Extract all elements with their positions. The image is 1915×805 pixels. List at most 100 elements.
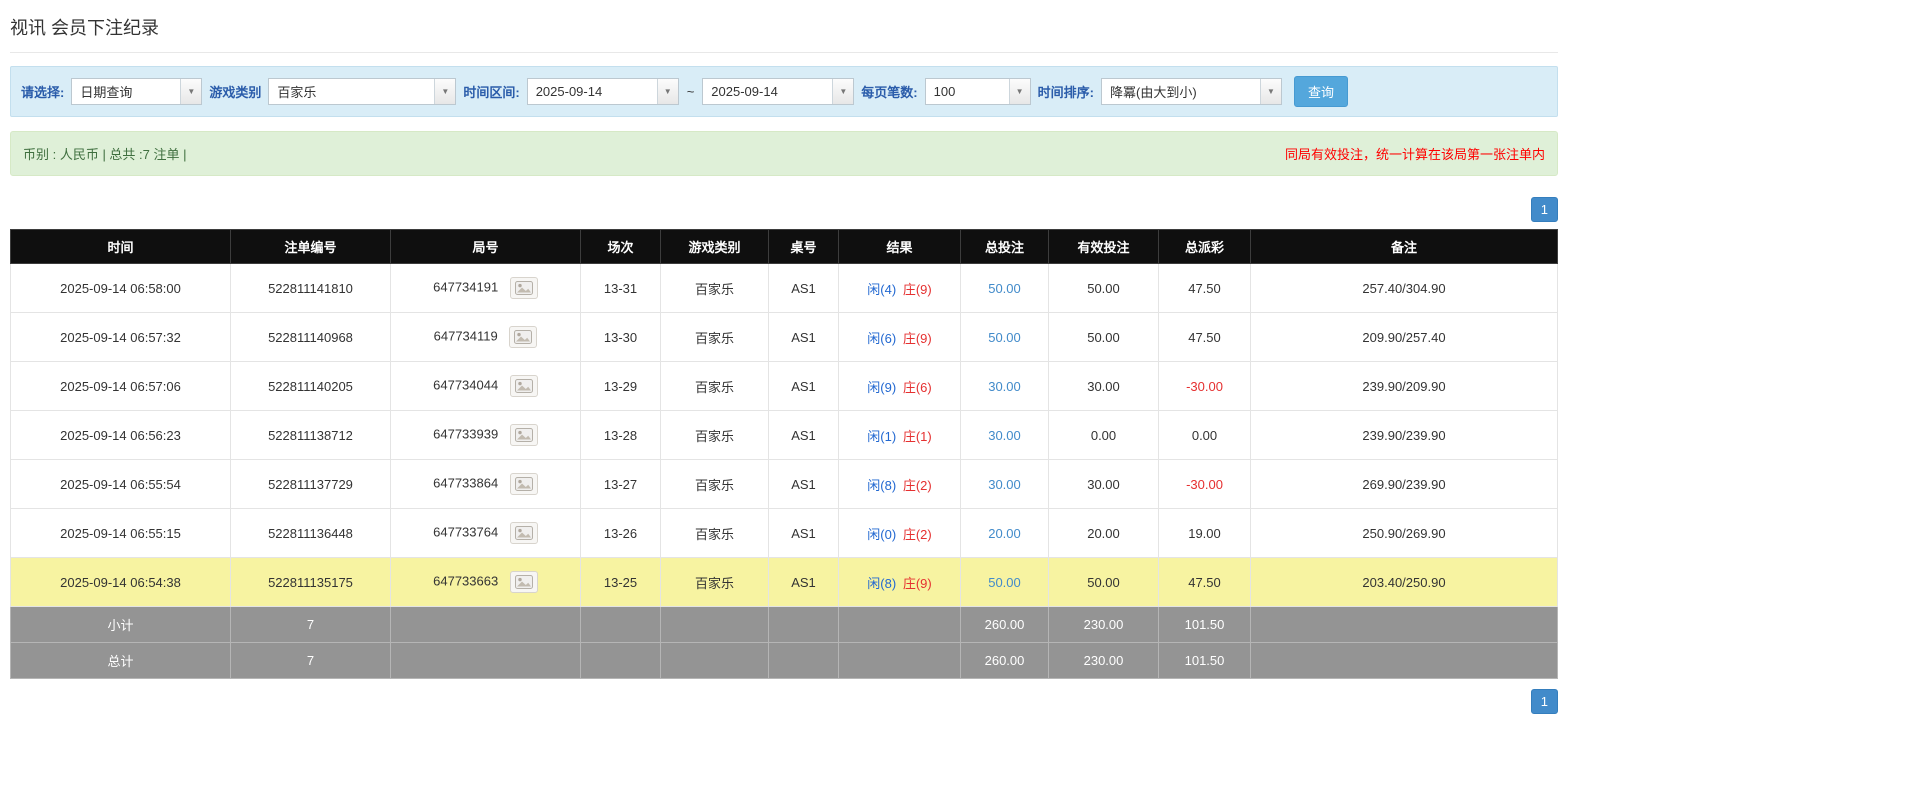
cell-result: 闲(8) 庄(9) (838, 557, 961, 607)
page-size-dropdown[interactable]: 100 ▼ (924, 78, 1031, 105)
betting-records-table: 时间 注单编号 局号 场次 游戏类别 桌号 结果 总投注 有效投注 总派彩 备注… (10, 229, 1558, 679)
game-type-label: 游戏类别 (209, 85, 262, 100)
time-range-label: 时间区间: (463, 85, 520, 100)
chevron-down-icon[interactable]: ▼ (180, 79, 202, 104)
round-replay-icon[interactable] (509, 375, 538, 397)
cell-time: 2025-09-14 06:58:00 (10, 263, 231, 313)
cell-bet-id: 522811135175 (230, 557, 391, 607)
cell-time: 2025-09-14 06:55:54 (10, 459, 231, 509)
cell-session: 13-29 (580, 361, 661, 411)
table-row: 2025-09-14 06:54:38 522811135175 6477336… (10, 557, 1558, 607)
round-replay-icon[interactable] (509, 522, 538, 544)
cell-game-type: 百家乐 (660, 459, 769, 509)
cell-total-bet[interactable]: 30.00 (960, 410, 1049, 460)
page-size-label: 每页笔数: (861, 85, 918, 100)
cell-total-bet[interactable]: 50.00 (960, 263, 1049, 313)
round-replay-icon[interactable] (509, 473, 538, 495)
cell-payout: 0.00 (1158, 410, 1251, 460)
cell-result: 闲(6) 庄(9) (838, 312, 961, 362)
result-player: 闲(8) (867, 575, 897, 591)
cell-round: 647733864 (390, 459, 581, 509)
page-button-1[interactable]: 1 (1530, 689, 1558, 714)
cell-table-no: AS1 (768, 508, 839, 558)
subtotal-payout: 101.50 (1158, 606, 1251, 643)
sort-order-dropdown[interactable]: 降冪(由大到小) ▼ (1100, 78, 1282, 105)
round-replay-icon[interactable] (509, 277, 538, 299)
date-to-dropdown[interactable]: 2025-09-14 ▼ (702, 78, 855, 105)
subtotal-empty-cell (838, 606, 961, 643)
cell-table-no: AS1 (768, 312, 839, 362)
chevron-down-icon[interactable]: ▼ (434, 79, 456, 104)
cell-time: 2025-09-14 06:56:23 (10, 410, 231, 460)
page-button-1[interactable]: 1 (1530, 197, 1558, 222)
select-type-label: 请选择: (21, 85, 65, 100)
cell-bet-id: 522811141810 (230, 263, 391, 313)
cell-total-bet[interactable]: 30.00 (960, 459, 1049, 509)
total-empty-cell (838, 642, 961, 679)
table-body: 2025-09-14 06:58:00 522811141810 6477341… (10, 263, 1558, 607)
date-to-value: 2025-09-14 (711, 84, 778, 99)
header-session: 场次 (580, 229, 661, 264)
chevron-down-icon[interactable]: ▼ (1008, 79, 1030, 104)
round-replay-icon[interactable] (509, 424, 538, 446)
round-replay-icon[interactable] (509, 326, 538, 348)
result-banker: 庄(9) (902, 281, 932, 297)
result-banker: 庄(2) (902, 526, 932, 542)
total-valid-bet: 230.00 (1048, 642, 1159, 679)
cell-bet-id: 522811140968 (230, 312, 391, 362)
table-row: 2025-09-14 06:57:32 522811140968 6477341… (10, 312, 1558, 362)
cell-table-no: AS1 (768, 459, 839, 509)
cell-session: 13-31 (580, 263, 661, 313)
cell-total-bet[interactable]: 30.00 (960, 361, 1049, 411)
subtotal-total-bet: 260.00 (960, 606, 1049, 643)
query-button[interactable]: 查询 (1293, 76, 1348, 107)
total-count: 7 (230, 642, 391, 679)
select-type-dropdown[interactable]: 日期查询 ▼ (71, 78, 203, 105)
cell-total-bet[interactable]: 50.00 (960, 312, 1049, 362)
cell-session: 13-30 (580, 312, 661, 362)
chevron-down-icon[interactable]: ▼ (656, 79, 678, 104)
main-container: 视讯 会员下注纪录 请选择: 日期查询 ▼ 游戏类别 百家乐 ▼ 时间区间: 2… (10, 0, 1558, 714)
cell-total-bet[interactable]: 50.00 (960, 557, 1049, 607)
total-total-bet: 260.00 (960, 642, 1049, 679)
table-row: 2025-09-14 06:56:23 522811138712 6477339… (10, 410, 1558, 460)
total-remark (1250, 642, 1558, 679)
header-bet-id: 注单编号 (230, 229, 391, 264)
cell-total-bet[interactable]: 20.00 (960, 508, 1049, 558)
result-banker: 庄(2) (902, 477, 932, 493)
cell-table-no: AS1 (768, 410, 839, 460)
chevron-down-icon[interactable]: ▼ (832, 79, 854, 104)
total-payout: 101.50 (1158, 642, 1251, 679)
total-label: 总计 (10, 642, 231, 679)
chevron-down-icon[interactable]: ▼ (1259, 79, 1281, 104)
cell-result: 闲(0) 庄(2) (838, 508, 961, 558)
date-from-dropdown[interactable]: 2025-09-14 ▼ (526, 78, 679, 105)
subtotal-remark (1250, 606, 1558, 643)
cell-result: 闲(9) 庄(6) (838, 361, 961, 411)
cell-game-type: 百家乐 (660, 263, 769, 313)
cell-bet-id: 522811136448 (230, 508, 391, 558)
cell-session: 13-28 (580, 410, 661, 460)
sort-order-label: 时间排序: (1037, 85, 1094, 100)
header-remark: 备注 (1250, 229, 1558, 264)
cell-time: 2025-09-14 06:55:15 (10, 508, 231, 558)
total-empty-cell (660, 642, 769, 679)
subtotal-label: 小计 (10, 606, 231, 643)
header-time: 时间 (10, 229, 231, 264)
valid-bet-notice: 同局有效投注，统一计算在该局第一张注单内 (1284, 147, 1545, 162)
game-type-dropdown[interactable]: 百家乐 ▼ (268, 78, 457, 105)
cell-remark: 239.90/239.90 (1250, 410, 1558, 460)
cell-result: 闲(1) 庄(1) (838, 410, 961, 460)
filter-bar: 请选择: 日期查询 ▼ 游戏类别 百家乐 ▼ 时间区间: 2025-09-14 … (10, 66, 1558, 117)
round-replay-icon[interactable] (509, 571, 538, 593)
round-number: 647733939 (433, 426, 499, 442)
result-player: 闲(0) (867, 526, 897, 542)
result-player: 闲(6) (867, 330, 897, 346)
cell-time: 2025-09-14 06:54:38 (10, 557, 231, 607)
sort-order-value: 降冪(由大到小) (1109, 85, 1197, 100)
cell-remark: 269.90/239.90 (1250, 459, 1558, 509)
cell-table-no: AS1 (768, 557, 839, 607)
result-player: 闲(1) (867, 428, 897, 444)
subtotal-empty-cell (660, 606, 769, 643)
select-type-value: 日期查询 (80, 85, 133, 100)
